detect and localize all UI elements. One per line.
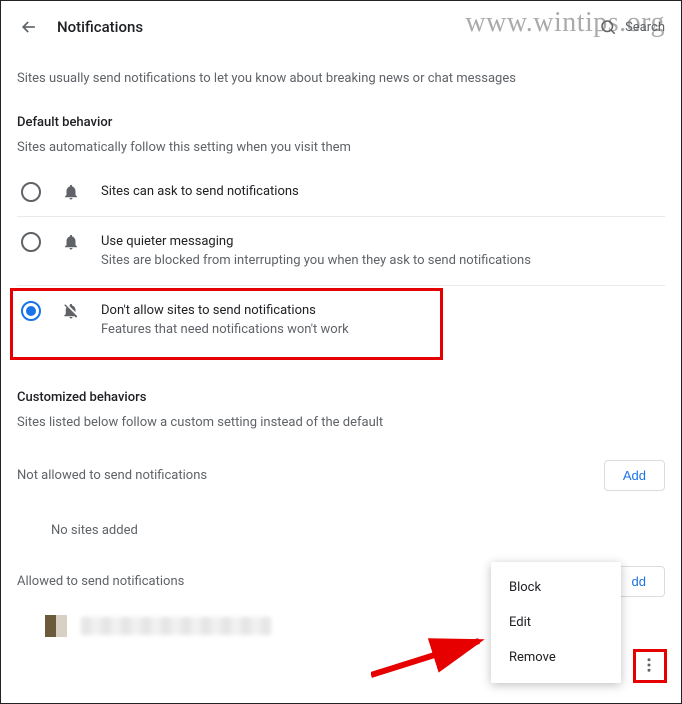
- option-ask-label: Sites can ask to send notifications: [101, 182, 299, 202]
- bell-icon: [61, 232, 81, 252]
- option-dont-allow-label: Don't allow sites to send notifications: [101, 301, 349, 321]
- site-favicon: [45, 615, 67, 637]
- menu-item-edit[interactable]: Edit: [491, 605, 621, 640]
- back-button[interactable]: [17, 15, 41, 39]
- customized-sub: Sites listed below follow a custom setti…: [17, 415, 665, 442]
- menu-item-block[interactable]: Block: [491, 570, 621, 605]
- option-quieter[interactable]: Use quieter messaging Sites are blocked …: [17, 217, 665, 286]
- default-behavior-heading: Default behavior: [17, 115, 665, 140]
- menu-item-remove[interactable]: Remove: [491, 640, 621, 675]
- not-allowed-empty: No sites added: [17, 497, 665, 556]
- more-vert-icon: [640, 656, 658, 674]
- radio-ask[interactable]: [21, 182, 41, 202]
- option-dont-allow-desc: Features that need notifications won't w…: [101, 320, 349, 340]
- search-label: Search: [625, 20, 665, 35]
- option-ask[interactable]: Sites can ask to send notifications: [17, 167, 665, 217]
- option-quieter-desc: Sites are blocked from interrupting you …: [101, 251, 531, 271]
- intro-text: Sites usually send notifications to let …: [17, 49, 665, 115]
- site-more-button[interactable]: [635, 651, 663, 679]
- search-icon: [599, 18, 617, 36]
- site-name-redacted: [81, 617, 271, 635]
- bell-off-icon: [61, 301, 81, 321]
- option-quieter-label: Use quieter messaging: [101, 232, 531, 252]
- allowed-label: Allowed to send notifications: [17, 574, 184, 589]
- customized-heading: Customized behaviors: [17, 390, 665, 415]
- radio-quieter[interactable]: [21, 232, 41, 252]
- context-menu: Block Edit Remove: [491, 562, 621, 683]
- page-title: Notifications: [57, 18, 583, 36]
- search-button[interactable]: Search: [599, 18, 665, 36]
- radio-dont-allow[interactable]: [21, 301, 41, 321]
- not-allowed-label: Not allowed to send notifications: [17, 468, 207, 483]
- add-not-allowed-button[interactable]: Add: [604, 460, 665, 491]
- bell-icon: [61, 182, 81, 202]
- default-behavior-sub: Sites automatically follow this setting …: [17, 140, 665, 167]
- arrow-left-icon: [19, 17, 39, 37]
- option-dont-allow[interactable]: Don't allow sites to send notifications …: [17, 286, 665, 354]
